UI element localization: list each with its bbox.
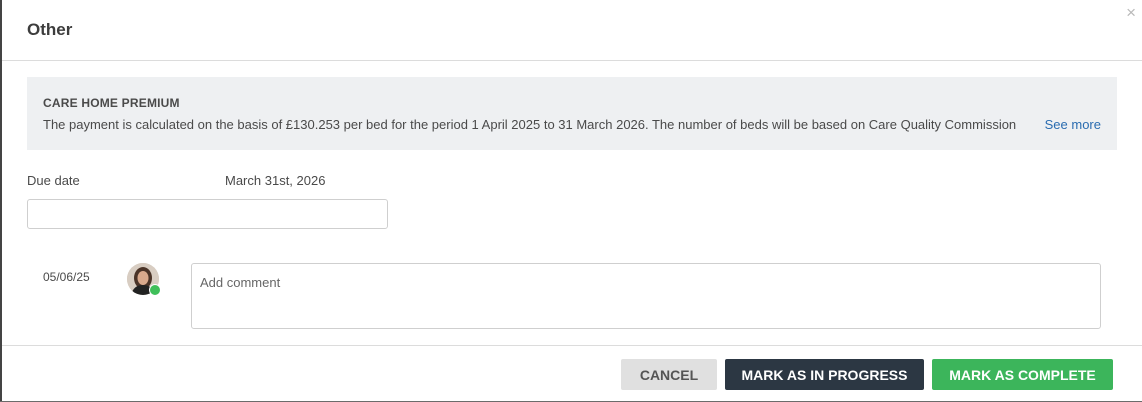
cancel-button[interactable]: CANCEL <box>621 359 717 390</box>
comment-input[interactable] <box>191 263 1101 329</box>
mark-in-progress-button[interactable]: MARK AS IN PROGRESS <box>725 359 924 390</box>
online-status-badge <box>149 284 161 296</box>
due-date-label: Due date <box>27 173 80 188</box>
due-date-value: March 31st, 2026 <box>225 173 326 188</box>
task-modal: Other × CARE HOME PREMIUM The payment is… <box>2 0 1142 401</box>
close-icon[interactable]: × <box>1126 3 1136 23</box>
see-more-link[interactable]: See more <box>1045 117 1101 132</box>
info-heading: CARE HOME PREMIUM <box>43 96 180 110</box>
modal-header: Other × <box>2 0 1142 61</box>
mark-complete-button[interactable]: MARK AS COMPLETE <box>932 359 1113 390</box>
info-panel: CARE HOME PREMIUM The payment is calcula… <box>27 77 1117 150</box>
modal-footer: CANCEL MARK AS IN PROGRESS MARK AS COMPL… <box>2 345 1142 402</box>
due-date-input[interactable] <box>27 199 388 229</box>
comment-date: 05/06/25 <box>43 270 90 284</box>
modal-title: Other <box>27 20 73 39</box>
info-description: The payment is calculated on the basis o… <box>43 117 1017 132</box>
